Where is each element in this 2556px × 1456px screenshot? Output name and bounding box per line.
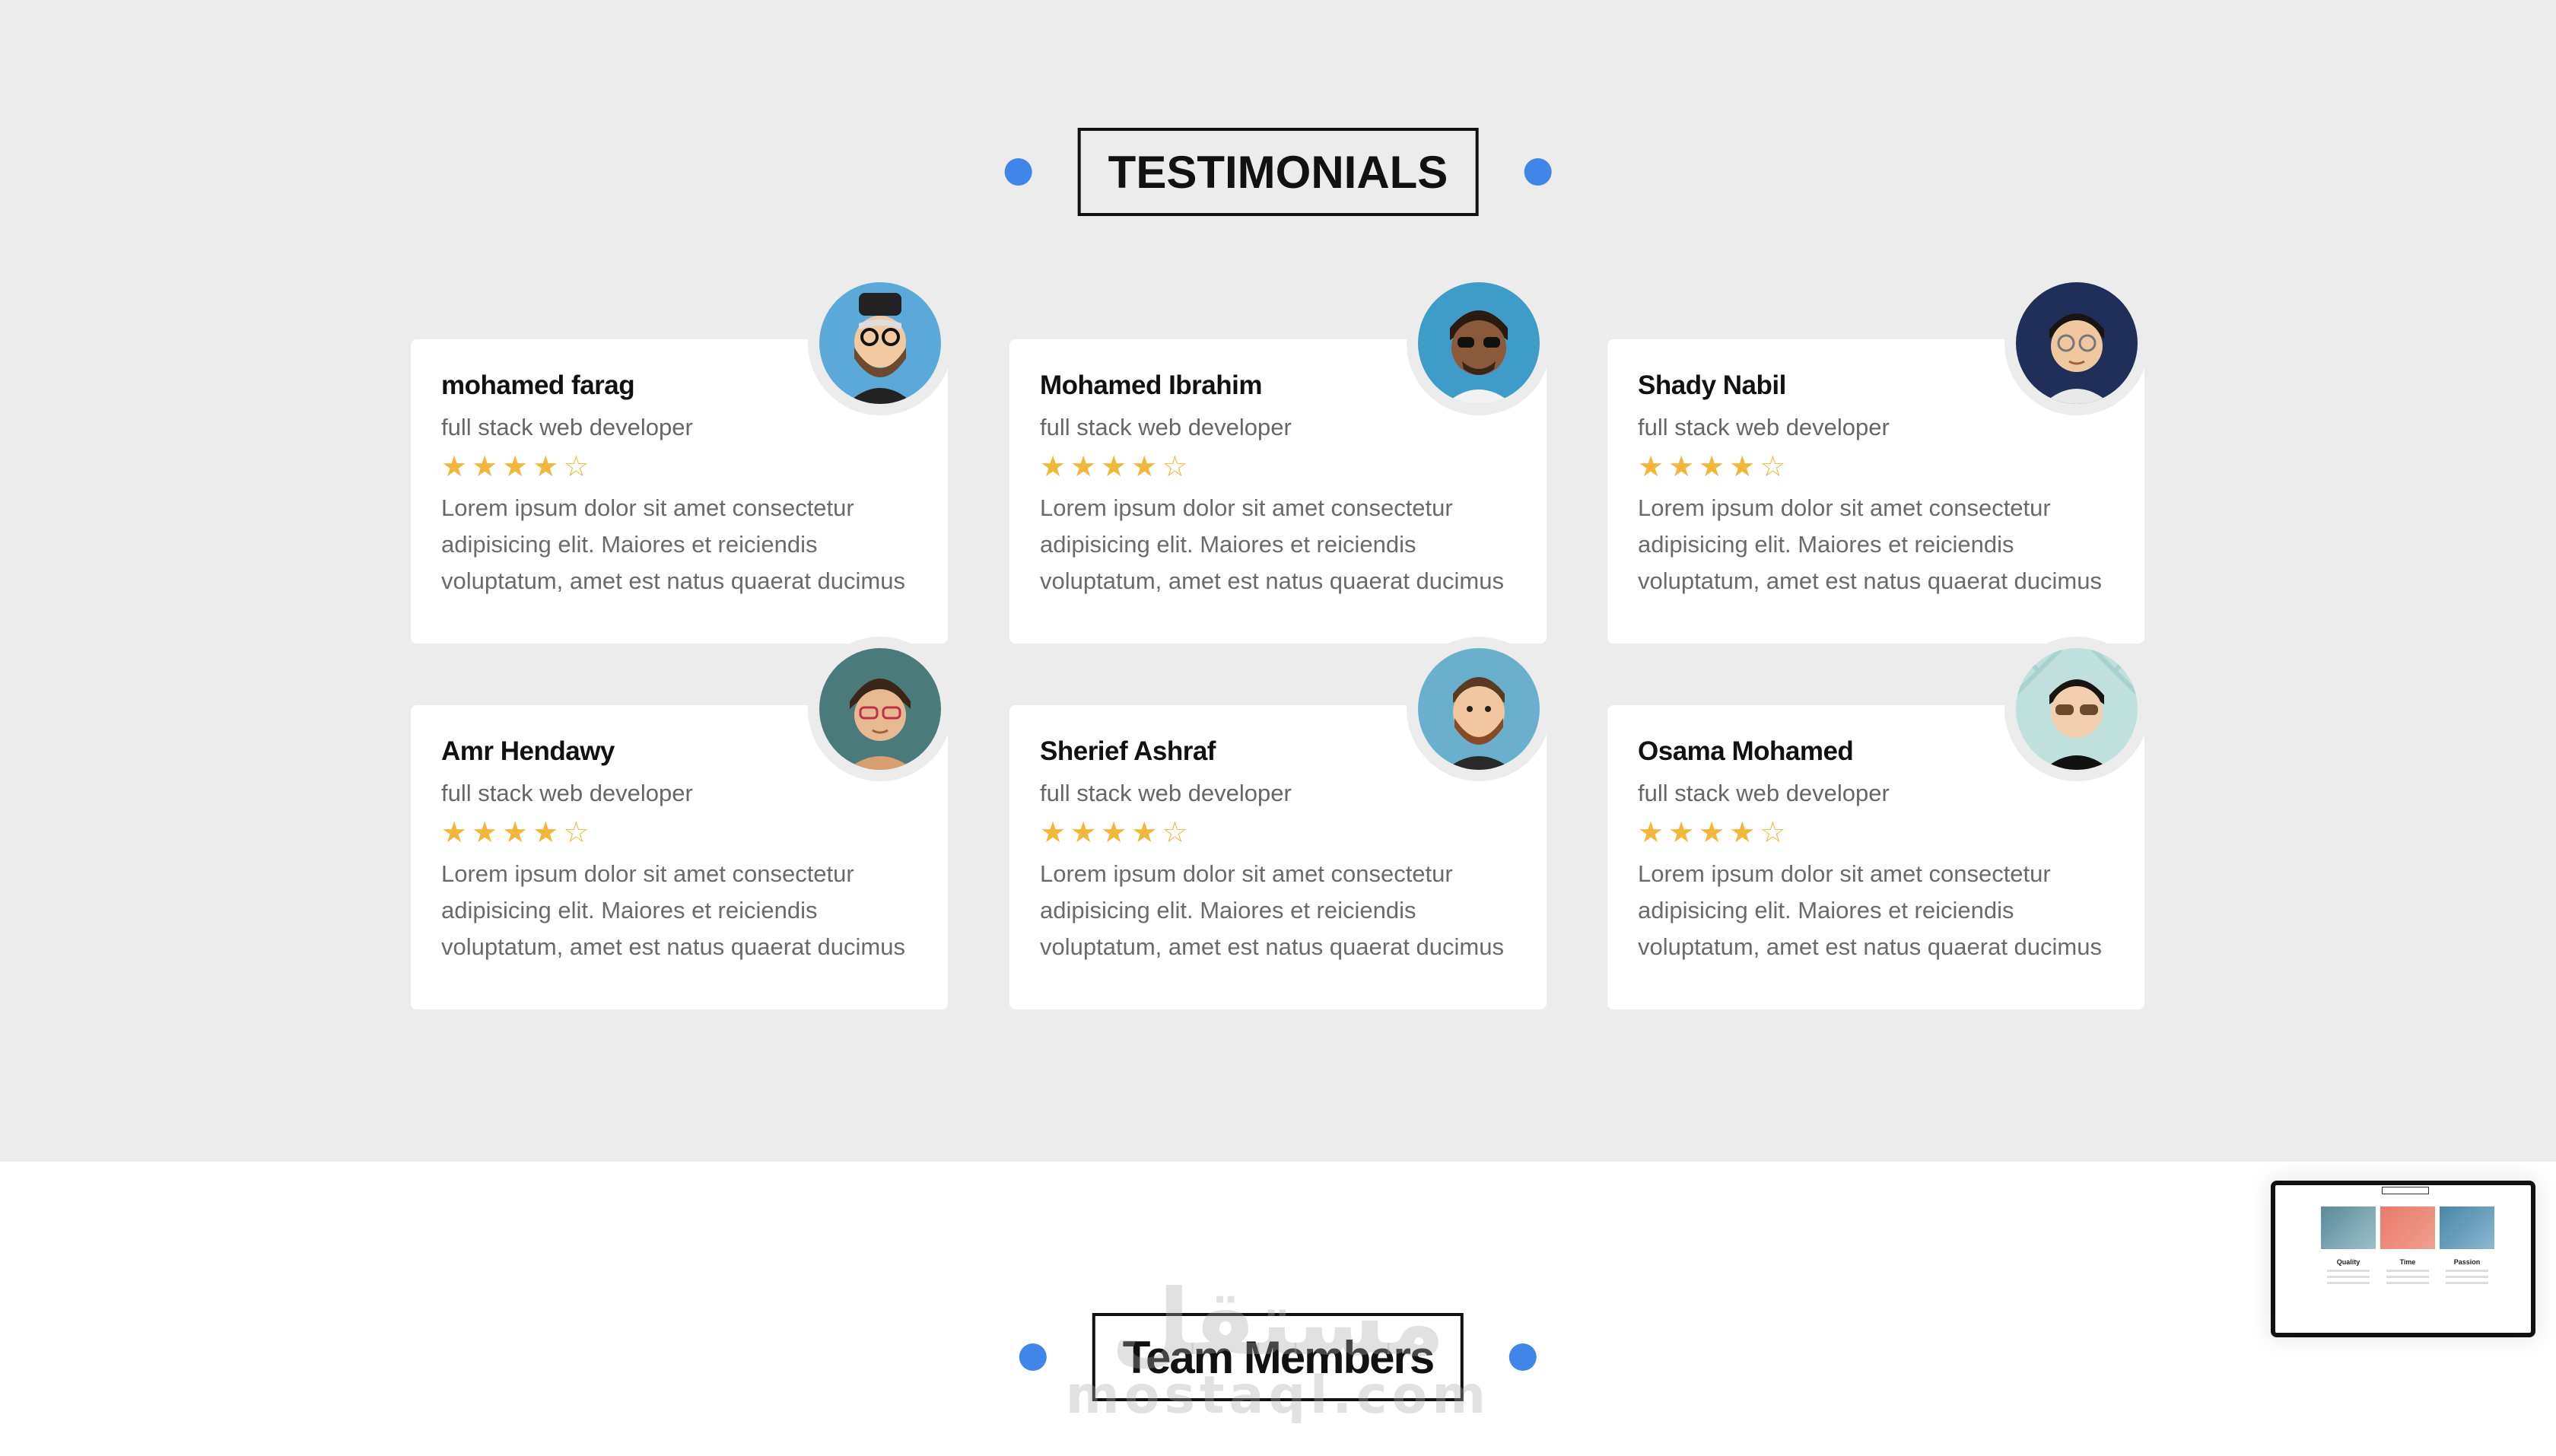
- star-filled-icon: ★: [1729, 817, 1756, 849]
- star-filled-icon: ★: [532, 451, 559, 483]
- star-filled-icon: ★: [1070, 817, 1097, 849]
- star-filled-icon: ★: [441, 451, 468, 483]
- testimonial-text: Lorem ipsum dolor sit amet consectetur a…: [1638, 860, 2102, 960]
- preview-image: [2380, 1206, 2435, 1249]
- accent-dot: [1004, 158, 1032, 186]
- star-filled-icon: ★: [1668, 817, 1695, 849]
- avatar: [1418, 282, 1540, 404]
- reviewer-role: full stack web developer: [1040, 414, 1292, 440]
- star-empty-icon: ☆: [1162, 451, 1188, 483]
- testimonial-card: Sherief Ashraf full stack web developer …: [1009, 637, 1551, 1009]
- section-title: Team Members: [1092, 1313, 1464, 1401]
- testimonial-card: Osama Mohamed full stack web developer ★…: [1607, 637, 2149, 1009]
- reviewer-role: full stack web developer: [1040, 780, 1292, 806]
- star-filled-icon: ★: [532, 817, 559, 849]
- star-rating: ★ ★ ★ ★ ☆: [1638, 452, 2114, 482]
- star-filled-icon: ★: [1638, 451, 1664, 483]
- star-filled-icon: ★: [441, 817, 468, 849]
- preview-card: Quality: [2321, 1206, 2376, 1313]
- avatar: [2016, 648, 2138, 770]
- section-title: TESTIMONIALS: [1077, 128, 1479, 216]
- testimonial-text: Lorem ipsum dolor sit amet consectetur a…: [441, 860, 905, 960]
- accent-dot: [1509, 1343, 1537, 1371]
- testimonial-text: Lorem ipsum dolor sit amet consectetur a…: [1638, 494, 2102, 594]
- reviewer-role: full stack web developer: [441, 780, 693, 806]
- preview-image: [2440, 1206, 2494, 1249]
- preview-label: Passion: [2453, 1258, 2481, 1266]
- avatar-frame: [1407, 637, 1551, 781]
- accent-dot: [1524, 158, 1552, 186]
- star-empty-icon: ☆: [1760, 451, 1786, 483]
- avatar: [819, 648, 941, 770]
- star-empty-icon: ☆: [563, 451, 590, 483]
- star-rating: ★ ★ ★ ★ ☆: [1040, 452, 1516, 482]
- avatar-frame: [808, 637, 952, 781]
- testimonial-card: Mohamed Ibrahim full stack web developer…: [1009, 271, 1551, 644]
- star-filled-icon: ★: [1131, 817, 1158, 849]
- preview-heading: [2382, 1187, 2429, 1194]
- star-rating: ★ ★ ★ ★ ☆: [441, 452, 917, 482]
- preview-card: Time: [2380, 1206, 2435, 1313]
- accent-dot: [1019, 1343, 1047, 1371]
- avatar-frame: [2004, 637, 2149, 781]
- preview-card: Passion: [2440, 1206, 2494, 1313]
- star-filled-icon: ★: [502, 451, 529, 483]
- star-rating: ★ ★ ★ ★ ☆: [441, 818, 917, 848]
- avatar: [2016, 282, 2138, 404]
- star-filled-icon: ★: [472, 451, 498, 483]
- star-filled-icon: ★: [1638, 817, 1664, 849]
- team-members-heading: Team Members: [1019, 1313, 1537, 1401]
- reviewer-role: full stack web developer: [441, 414, 693, 440]
- star-filled-icon: ★: [1101, 451, 1127, 483]
- page-preview-thumbnail[interactable]: Quality Time Passion: [2271, 1181, 2535, 1337]
- star-filled-icon: ★: [1699, 817, 1725, 849]
- preview-label: Time: [2399, 1258, 2416, 1266]
- star-filled-icon: ★: [1040, 451, 1067, 483]
- star-filled-icon: ★: [1101, 817, 1127, 849]
- star-filled-icon: ★: [1040, 817, 1067, 849]
- star-filled-icon: ★: [1131, 451, 1158, 483]
- avatar-frame: [2004, 271, 2149, 415]
- testimonial-card: Amr Hendawy full stack web developer ★ ★ ★…: [411, 637, 952, 1009]
- star-empty-icon: ☆: [1162, 817, 1188, 849]
- avatar: [1418, 648, 1540, 770]
- testimonial-card: mohamed farag full stack web developer ★…: [411, 271, 952, 644]
- star-filled-icon: ★: [1699, 451, 1725, 483]
- star-rating: ★ ★ ★ ★ ☆: [1040, 818, 1516, 848]
- testimonial-card: Shady Nabil full stack web developer ★ ★ ★…: [1607, 271, 2149, 644]
- star-filled-icon: ★: [1070, 451, 1097, 483]
- testimonial-text: Lorem ipsum dolor sit amet consectetur a…: [1040, 860, 1504, 960]
- testimonials-heading: TESTIMONIALS: [1004, 128, 1552, 216]
- preview-label: Quality: [2336, 1258, 2360, 1266]
- star-filled-icon: ★: [1729, 451, 1756, 483]
- testimonial-text: Lorem ipsum dolor sit amet consectetur a…: [1040, 494, 1504, 594]
- avatar-frame: [808, 271, 952, 415]
- star-filled-icon: ★: [502, 817, 529, 849]
- star-rating: ★ ★ ★ ★ ☆: [1638, 818, 2114, 848]
- testimonial-text: Lorem ipsum dolor sit amet consectetur a…: [441, 494, 905, 594]
- avatar-frame: [1407, 271, 1551, 415]
- reviewer-role: full stack web developer: [1638, 780, 1890, 806]
- reviewer-role: full stack web developer: [1638, 414, 1890, 440]
- star-filled-icon: ★: [472, 817, 498, 849]
- star-empty-icon: ☆: [563, 817, 590, 849]
- avatar: [819, 282, 941, 404]
- star-empty-icon: ☆: [1760, 817, 1786, 849]
- star-filled-icon: ★: [1668, 451, 1695, 483]
- preview-image: [2321, 1206, 2376, 1249]
